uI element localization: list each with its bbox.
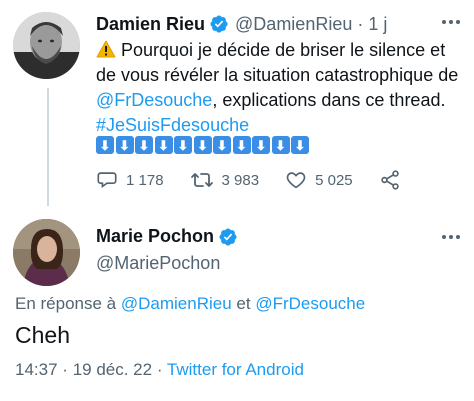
- warning-icon: [96, 40, 116, 58]
- like-count: 5 025: [315, 171, 353, 189]
- replying-mention-2[interactable]: @FrDesouche: [255, 294, 365, 313]
- like-button[interactable]: 5 025: [285, 169, 353, 191]
- like-icon: [286, 172, 306, 189]
- down-arrow-emoji-icon: ⬇: [135, 136, 153, 154]
- avatar-marie-pochon[interactable]: [13, 219, 80, 286]
- down-arrow-emoji-icon: ⬇: [252, 136, 270, 154]
- hashtag-link[interactable]: #JeSuisFdesouche: [96, 113, 456, 138]
- tweet-time[interactable]: 1 j: [368, 14, 387, 35]
- parent-tweet[interactable]: Damien Rieu @DamienRieu · 1 j Pourquoi j…: [0, 0, 474, 206]
- reply-button[interactable]: 1 178: [96, 169, 164, 191]
- replying-prefix: En réponse à: [15, 294, 117, 313]
- author-name[interactable]: Damien Rieu: [96, 14, 205, 35]
- down-arrow-emoji-row: ⬇ ⬇ ⬇ ⬇ ⬇ ⬇ ⬇ ⬇ ⬇ ⬇ ⬇: [96, 136, 311, 156]
- down-arrow-emoji-icon: ⬇: [232, 136, 251, 154]
- reply-author-handle[interactable]: @MariePochon: [96, 253, 220, 274]
- reply-count: 1 178: [126, 171, 164, 189]
- tweet-text: Pourquoi je décide de briser le silence …: [96, 38, 459, 138]
- verified-badge-icon: [218, 227, 238, 247]
- down-arrow-emoji-icon: ⬇: [271, 136, 290, 154]
- down-arrow-emoji-icon: ⬇: [154, 136, 173, 154]
- share-button[interactable]: [379, 169, 409, 191]
- down-arrow-emoji-icon: ⬇: [213, 136, 231, 154]
- more-options-icon[interactable]: [436, 10, 466, 34]
- mention-link[interactable]: @FrDesouche: [96, 90, 212, 110]
- avatar-damien-rieu[interactable]: [13, 12, 80, 79]
- header-separator: ·: [357, 13, 364, 34]
- down-arrow-emoji-icon: ⬇: [96, 136, 114, 154]
- reply-icon: [97, 172, 117, 189]
- tweet-actions: 1 178 3 983 5 025: [96, 166, 435, 194]
- retweet-count: 3 983: [221, 171, 260, 189]
- more-options-icon[interactable]: [436, 225, 466, 249]
- replying-to-line: En réponse à @DamienRieu et @FrDesouche: [15, 294, 365, 314]
- down-arrow-emoji-icon: ⬇: [174, 136, 192, 154]
- reply-author-name[interactable]: Marie Pochon: [96, 226, 214, 247]
- reply-time[interactable]: 14:37: [15, 360, 58, 379]
- replying-and: et: [236, 294, 251, 313]
- down-arrow-emoji-icon: ⬇: [193, 136, 212, 154]
- reply-date[interactable]: 19 déc. 22: [73, 360, 152, 379]
- retweet-icon: [190, 173, 213, 187]
- author-handle[interactable]: @DamienRieu: [235, 14, 352, 35]
- down-arrow-emoji-icon: ⬇: [115, 136, 134, 154]
- verified-badge-icon: [209, 14, 229, 34]
- tweet-text-line-1: Pourquoi je décide de briser le silence …: [121, 40, 446, 60]
- replying-mention-1[interactable]: @DamienRieu: [121, 294, 232, 313]
- tweet-text-line-2: de vous révéler la situation catastrophi…: [96, 65, 459, 85]
- retweet-button[interactable]: 3 983: [190, 169, 260, 191]
- down-arrow-emoji-icon: ⬇: [291, 136, 309, 154]
- reply-tweet-text: Cheh: [15, 322, 70, 348]
- client-link[interactable]: Twitter for Android: [167, 360, 304, 379]
- meta-dot-2: ·: [156, 360, 163, 379]
- tweet-meta: 14:37 · 19 déc. 22 · Twitter for Android: [15, 360, 304, 380]
- share-icon: [380, 170, 399, 190]
- tweet-text-line-3: , explications dans ce thread.: [212, 90, 446, 110]
- meta-dot-1: ·: [62, 360, 68, 379]
